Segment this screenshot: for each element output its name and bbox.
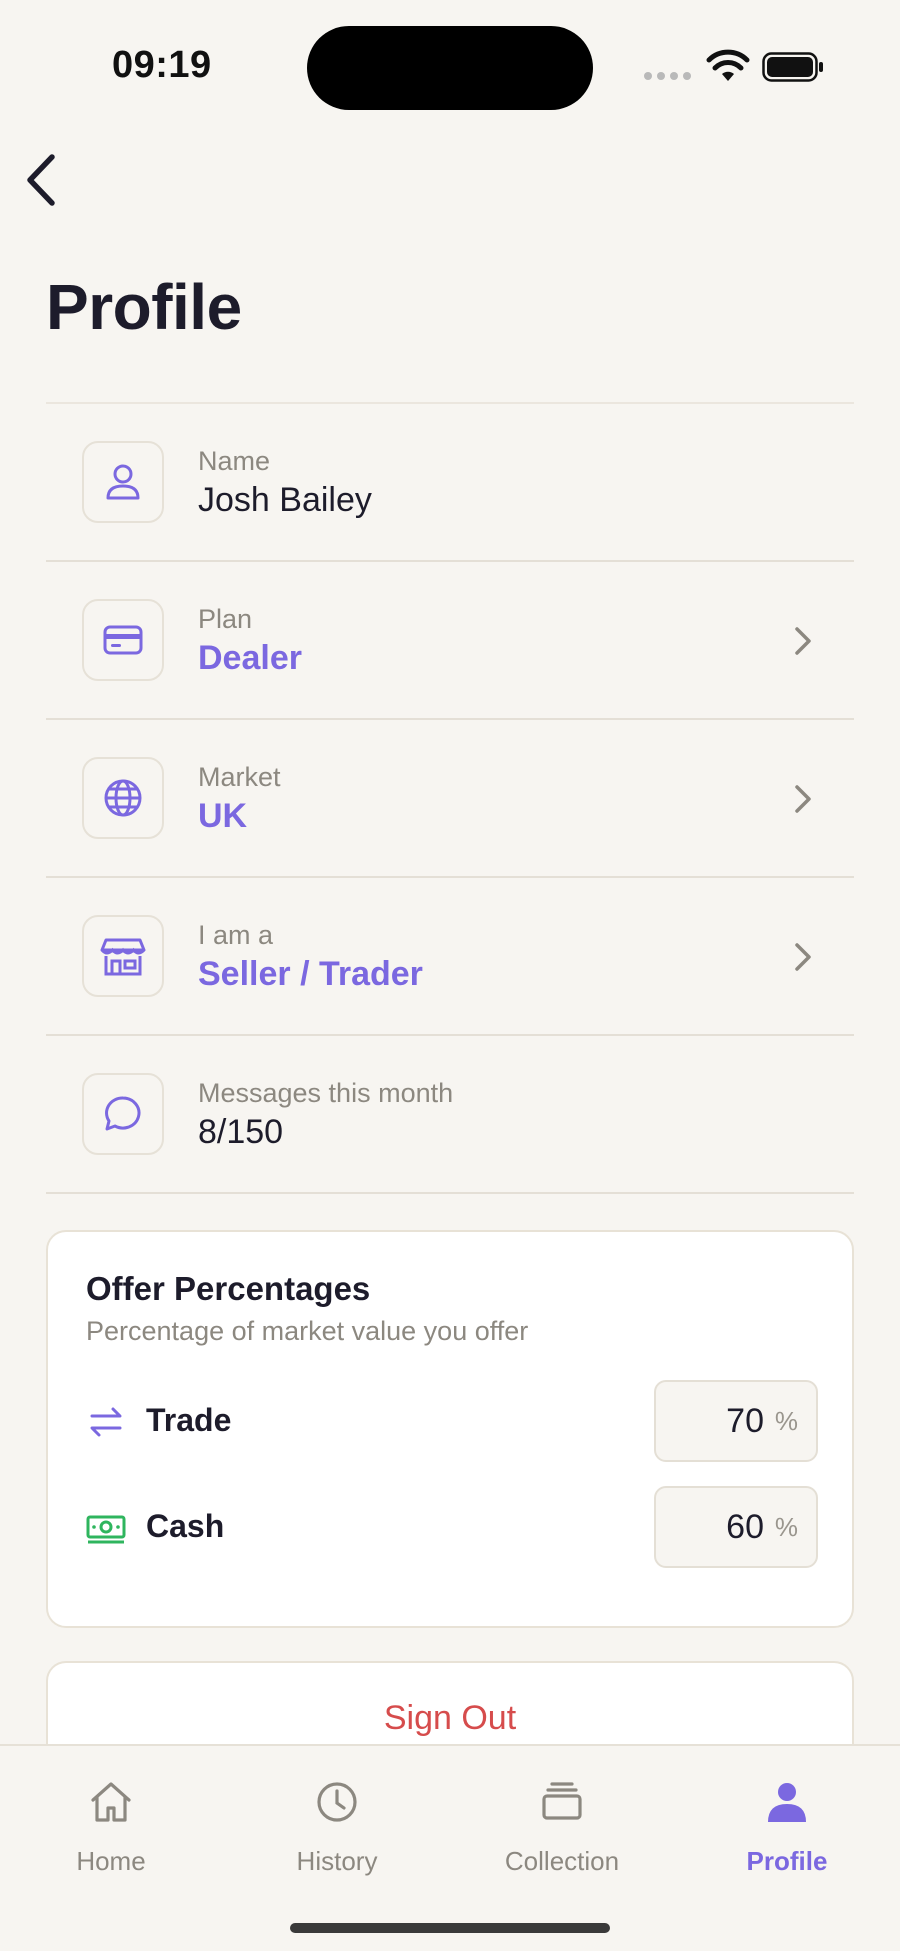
- wifi-icon: [706, 49, 750, 81]
- back-button[interactable]: [10, 148, 70, 212]
- plan-icon-box: [82, 599, 164, 681]
- market-value: UK: [198, 797, 248, 835]
- trade-label: Trade: [146, 1402, 232, 1438]
- market-label: Market: [198, 762, 281, 792]
- offer-title: Offer Percentages: [86, 1270, 371, 1307]
- role-value: Seller / Trader: [198, 955, 423, 993]
- tab-history-label: History: [296, 1846, 378, 1876]
- role-label: I am a: [198, 920, 274, 950]
- cellular-signal-icon: [644, 72, 691, 80]
- name-icon-box: [82, 441, 164, 523]
- trade-percentage-input[interactable]: 70 %: [654, 1380, 818, 1462]
- chevron-right-icon: [795, 943, 811, 971]
- name-value: Josh Bailey: [198, 481, 372, 519]
- globe-icon: [104, 779, 142, 817]
- offer-subtitle: Percentage of market value you offer: [86, 1316, 529, 1346]
- swap-arrows-icon: [90, 1407, 122, 1437]
- tab-history[interactable]: History: [247, 1746, 427, 1886]
- home-indicator: [290, 1923, 610, 1933]
- chevron-right-icon: [795, 627, 811, 655]
- name-row: Name Josh Bailey: [46, 404, 854, 562]
- tab-collection[interactable]: Collection: [472, 1746, 652, 1886]
- tab-profile[interactable]: Profile: [697, 1746, 877, 1886]
- name-label: Name: [198, 446, 271, 476]
- profile-list: Name Josh Bailey Plan Dealer Market UK I…: [46, 402, 854, 1194]
- cash-percentage-input[interactable]: 60 %: [654, 1486, 818, 1568]
- status-bar: 09:19: [0, 0, 900, 130]
- tab-profile-label: Profile: [746, 1846, 828, 1876]
- sign-out-label: Sign Out: [383, 1699, 517, 1737]
- credit-card-icon: [103, 625, 143, 655]
- messages-value: 8/150: [198, 1113, 284, 1151]
- role-icon-box: [82, 915, 164, 997]
- clock-icon: [317, 1782, 357, 1822]
- chevron-left-icon: [27, 154, 55, 206]
- store-icon: [100, 938, 146, 976]
- percent-unit: %: [774, 1406, 798, 1436]
- market-icon-box: [82, 757, 164, 839]
- stack-icon: [542, 1782, 582, 1820]
- messages-label: Messages this month: [198, 1078, 454, 1108]
- offer-percentages-card: Offer Percentages Percentage of market v…: [46, 1230, 854, 1628]
- banknote-icon: [86, 1515, 126, 1544]
- message-icon: [105, 1096, 141, 1131]
- role-row[interactable]: I am a Seller / Trader: [46, 878, 854, 1036]
- page-title: Profile: [46, 271, 242, 343]
- tab-home-label: Home: [76, 1846, 146, 1876]
- messages-icon-box: [82, 1073, 164, 1155]
- cash-percentage-value: 60: [726, 1508, 764, 1546]
- user-icon: [106, 464, 140, 500]
- dynamic-island: [307, 26, 593, 110]
- status-time: 09:19: [112, 44, 212, 86]
- plan-row[interactable]: Plan Dealer: [46, 562, 854, 720]
- plan-label: Plan: [198, 604, 253, 634]
- plan-value: Dealer: [198, 639, 302, 677]
- home-icon: [91, 1782, 131, 1822]
- cash-row: Cash 60 %: [86, 1486, 818, 1570]
- tab-collection-label: Collection: [504, 1846, 620, 1876]
- person-icon: [768, 1783, 806, 1822]
- percent-unit: %: [774, 1512, 798, 1542]
- market-row[interactable]: Market UK: [46, 720, 854, 878]
- chevron-right-icon: [795, 785, 811, 813]
- trade-percentage-value: 70: [726, 1402, 764, 1440]
- battery-icon: [762, 52, 823, 82]
- tab-home[interactable]: Home: [21, 1746, 201, 1886]
- cash-label: Cash: [146, 1508, 225, 1544]
- trade-row: Trade 70 %: [86, 1380, 818, 1464]
- messages-row: Messages this month 8/150: [46, 1036, 854, 1194]
- tab-bar: Home History Collection Profile: [0, 1744, 900, 1951]
